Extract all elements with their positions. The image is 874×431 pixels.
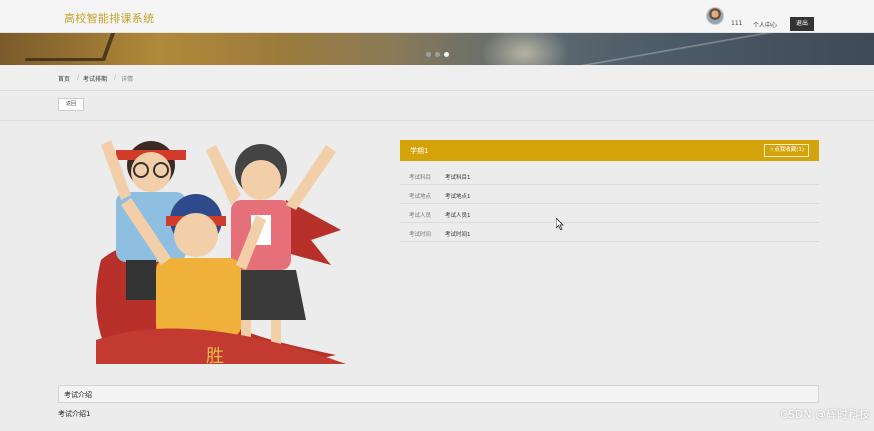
top-navbar: 高校智能排课系统 111 个人中心 退出: [0, 0, 874, 33]
breadcrumb-separator: /: [114, 74, 117, 81]
detail-label: 考试时间: [409, 232, 432, 238]
breadcrumb-separator: /: [77, 74, 80, 81]
bench-image: [24, 33, 116, 61]
carousel-dot-3[interactable]: [444, 52, 449, 57]
intro-section-header: 考试介绍: [58, 385, 819, 403]
user-avatar[interactable]: [706, 7, 724, 25]
breadcrumb: 首页 / 考试排期 / 详情: [0, 65, 874, 91]
breadcrumb-home[interactable]: 首页: [58, 74, 70, 83]
detail-value: 考试人员1: [445, 213, 471, 219]
detail-value: 考试地点1: [445, 194, 471, 200]
intro-body: 考试介绍1: [58, 410, 91, 418]
mouse-cursor-icon: [556, 218, 564, 230]
username: 111: [731, 20, 743, 27]
detail-value: 考试科目1: [445, 175, 471, 181]
detail-row: 考试科目 考试科目1: [400, 166, 819, 185]
detail-label: 考试人员: [409, 213, 432, 219]
detail-row: 考试时间 考试时间1: [400, 223, 819, 242]
watermark: CSDN @辉时科技: [780, 408, 870, 421]
detail-label: 考试科目: [409, 175, 432, 181]
banner-carousel: [0, 33, 874, 65]
breadcrumb-current: 详情: [121, 76, 134, 83]
site-brand[interactable]: 高校智能排课系统: [64, 10, 154, 26]
detail-title: 学期1: [410, 147, 429, 155]
breadcrumb-section[interactable]: 考试排期: [83, 74, 107, 83]
cartoon-kids-illustration: 胜: [96, 140, 346, 364]
detail-panel-header: 学期1 ☆点我收藏(1): [400, 140, 819, 161]
detail-value: 考试时间1: [445, 232, 471, 238]
back-button[interactable]: 返回: [58, 98, 84, 111]
carousel-dots: [426, 52, 449, 57]
logout-button[interactable]: 退出: [790, 17, 814, 31]
detail-row: 考试人员 考试人员1: [400, 204, 819, 223]
detail-row: 考试地点 考试地点1: [400, 185, 819, 204]
user-center-link[interactable]: 个人中心: [753, 20, 777, 29]
sunlight-flare: [480, 33, 570, 65]
intro-heading: 考试介绍: [64, 391, 92, 399]
carousel-dot-2[interactable]: [435, 52, 440, 57]
ribbon-calligraphy: 胜: [206, 346, 224, 364]
carousel-dot-1[interactable]: [426, 52, 431, 57]
road-lines: [560, 33, 874, 65]
collect-button[interactable]: ☆点我收藏(1): [764, 144, 809, 157]
toolbar: 返回: [0, 91, 874, 121]
detail-label: 考试地点: [409, 194, 432, 200]
